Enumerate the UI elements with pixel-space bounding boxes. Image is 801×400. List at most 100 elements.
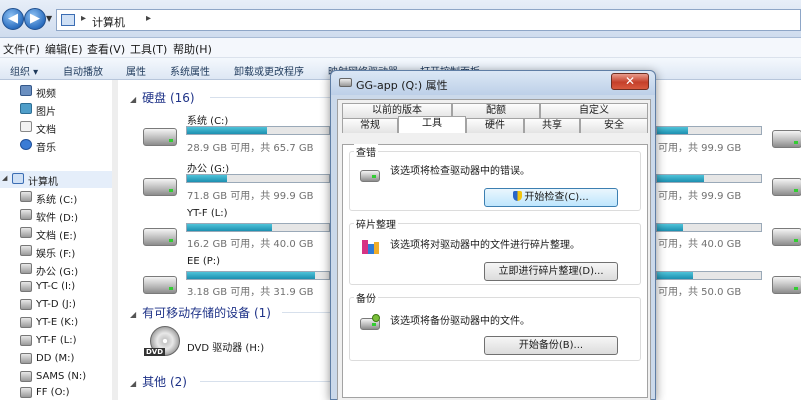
nav-item-label: 文档 bbox=[36, 125, 56, 136]
hard-drive-icon bbox=[20, 335, 32, 346]
nav-item-drive-e[interactable]: 文档 (E:) bbox=[0, 225, 112, 242]
picture-library-icon bbox=[20, 103, 32, 114]
tab-sharing[interactable]: 共享 bbox=[524, 118, 580, 133]
nav-item-label: YT-E (K:) bbox=[36, 317, 79, 328]
nav-item-drive-i[interactable]: YT-C (I:) bbox=[0, 279, 112, 296]
nav-item-label: 娱乐 (F:) bbox=[36, 249, 76, 260]
group-header-other[interactable]: ◢ 其他 (2) bbox=[130, 373, 187, 390]
drive-usage-fill bbox=[657, 127, 689, 134]
menu-edit[interactable]: 编辑(E) bbox=[45, 41, 83, 57]
nav-item-label: YT-C (I:) bbox=[36, 281, 76, 292]
back-arrow-icon[interactable]: ◀ bbox=[2, 8, 24, 30]
tab-general[interactable]: 常规 bbox=[342, 118, 398, 133]
hard-drive-icon[interactable] bbox=[143, 178, 177, 196]
drive-usage-fill bbox=[187, 224, 273, 231]
properties-button[interactable]: 属性 bbox=[126, 63, 146, 78]
nav-item-drive-m[interactable]: DD (M:) bbox=[0, 351, 112, 368]
dialog-title-bar[interactable]: GG-app (Q:) 属性 ✕ bbox=[331, 71, 655, 95]
section-title: 备份 bbox=[354, 290, 378, 305]
autoplay-button[interactable]: 自动播放 bbox=[63, 63, 103, 78]
collapse-triangle-icon[interactable]: ◢ bbox=[130, 379, 136, 388]
nav-item-label: SAMS (N:) bbox=[36, 371, 87, 382]
hard-drive-icon[interactable] bbox=[143, 228, 177, 246]
forward-arrow-icon[interactable]: ▶ bbox=[24, 8, 46, 30]
drive-name[interactable]: YT-F (L:) bbox=[187, 208, 228, 219]
breadcrumb-chevron-icon[interactable]: ▸ bbox=[81, 13, 86, 24]
backup-now-button[interactable]: 开始备份(B)... bbox=[484, 336, 618, 355]
drive-usage-fill bbox=[187, 175, 227, 182]
drive-name[interactable]: 办公 (G:) bbox=[187, 160, 229, 175]
nav-item-drive-c[interactable]: 系统 (C:) bbox=[0, 189, 112, 206]
hard-drive-icon bbox=[20, 371, 32, 382]
organize-button[interactable]: 组织 ▾ bbox=[10, 63, 38, 78]
dialog-title: GG-app (Q:) 属性 bbox=[356, 79, 448, 92]
drive-usage-bar bbox=[656, 271, 762, 280]
drive-name[interactable]: EE (P:) bbox=[187, 256, 220, 267]
section-description: 该选项将检查驱动器中的错误。 bbox=[390, 166, 530, 177]
defragment-now-button[interactable]: 立即进行碎片整理(D)... bbox=[484, 262, 618, 281]
nav-item-drive-j[interactable]: YT-D (J:) bbox=[0, 297, 112, 314]
hard-drive-icon[interactable] bbox=[143, 276, 177, 294]
nav-item-drive-d[interactable]: 软件 (D:) bbox=[0, 207, 112, 224]
group-divider bbox=[200, 381, 330, 382]
navigation-pane: 视频 图片 文档 音乐 ◢ 计算机 系统 (C:) 软件 (D:) 文档 (E:… bbox=[0, 80, 116, 400]
nav-item-drive-k[interactable]: YT-E (K:) bbox=[0, 315, 112, 332]
menu-file[interactable]: 文件(F) bbox=[3, 41, 40, 57]
hard-drive-icon[interactable] bbox=[772, 228, 801, 246]
hard-drive-icon[interactable] bbox=[772, 276, 801, 294]
nav-item-drive-g[interactable]: 办公 (G:) bbox=[0, 261, 112, 278]
nav-item-drive-l[interactable]: YT-F (L:) bbox=[0, 333, 112, 350]
check-now-button[interactable]: 开始检查(C)... bbox=[484, 188, 618, 207]
nav-item-drive-n[interactable]: SAMS (N:) bbox=[0, 369, 112, 386]
nav-item-label: 音乐 bbox=[36, 143, 56, 154]
section-title: 查错 bbox=[354, 144, 378, 159]
group-header-removable[interactable]: ◢ 有可移动存储的设备 (1) bbox=[130, 304, 271, 321]
drive-name[interactable]: 系统 (C:) bbox=[187, 112, 228, 127]
nav-item-music[interactable]: 音乐 bbox=[0, 137, 112, 154]
collapse-triangle-icon[interactable]: ◢ bbox=[130, 95, 136, 104]
hard-drive-icon bbox=[20, 317, 32, 328]
drive-name[interactable]: DVD 驱动器 (H:) bbox=[187, 339, 264, 354]
video-library-icon bbox=[20, 85, 32, 96]
hard-drive-icon[interactable] bbox=[143, 128, 177, 146]
history-dropdown-icon[interactable]: ▼ bbox=[46, 14, 52, 23]
tab-tools[interactable]: 工具 bbox=[398, 116, 466, 133]
breadcrumb-computer[interactable]: 计算机 bbox=[92, 14, 125, 30]
menu-tools[interactable]: 工具(T) bbox=[130, 41, 167, 57]
group-header-hard-disks[interactable]: ◢ 硬盘 (16) bbox=[130, 89, 195, 106]
group-divider bbox=[210, 97, 330, 98]
nav-item-drive-f[interactable]: 娱乐 (F:) bbox=[0, 243, 112, 260]
tab-security[interactable]: 安全 bbox=[580, 118, 648, 133]
tab-customize[interactable]: 自定义 bbox=[540, 103, 648, 118]
menu-view[interactable]: 查看(V) bbox=[87, 41, 125, 57]
hard-drive-icon bbox=[20, 191, 32, 202]
drive-usage-bar bbox=[656, 223, 762, 232]
breadcrumb-chevron-icon[interactable]: ▸ bbox=[146, 13, 151, 24]
hard-drive-icon[interactable] bbox=[772, 130, 801, 148]
nav-item-pictures[interactable]: 图片 bbox=[0, 101, 112, 118]
nav-item-computer[interactable]: ◢ 计算机 bbox=[0, 171, 112, 188]
drive-usage-fill bbox=[657, 224, 683, 231]
tab-hardware[interactable]: 硬件 bbox=[466, 118, 524, 133]
nav-item-label: FF (O:) bbox=[36, 387, 70, 398]
nav-item-documents[interactable]: 文档 bbox=[0, 119, 112, 136]
collapse-triangle-icon[interactable]: ◢ bbox=[2, 174, 7, 182]
nav-item-label: 图片 bbox=[36, 107, 56, 118]
address-box[interactable]: ▸ 计算机 ▸ bbox=[56, 9, 801, 31]
close-button[interactable]: ✕ bbox=[611, 73, 649, 90]
defragment-icon bbox=[360, 240, 380, 256]
collapse-triangle-icon[interactable]: ◢ bbox=[130, 310, 136, 319]
menu-bar: 文件(F) 编辑(E) 查看(V) 工具(T) 帮助(H) bbox=[0, 38, 801, 58]
hard-drive-icon[interactable] bbox=[772, 178, 801, 196]
group-divider bbox=[282, 312, 330, 313]
drive-usage-fill bbox=[657, 175, 704, 182]
menu-help[interactable]: 帮助(H) bbox=[173, 41, 212, 57]
system-properties-button[interactable]: 系统属性 bbox=[170, 63, 210, 78]
nav-item-videos[interactable]: 视频 bbox=[0, 83, 112, 100]
group-title: 有可移动存储的设备 (1) bbox=[142, 306, 271, 320]
nav-item-drive-o[interactable]: FF (O:) bbox=[0, 385, 112, 400]
defragment-section: 碎片整理 该选项将对驱动器中的文件进行碎片整理。 立即进行碎片整理(D)... bbox=[349, 216, 641, 285]
uninstall-program-button[interactable]: 卸载或更改程序 bbox=[234, 63, 304, 78]
hard-drive-icon bbox=[20, 299, 32, 310]
drive-free-space: 可用，共 99.9 GB bbox=[658, 143, 742, 154]
